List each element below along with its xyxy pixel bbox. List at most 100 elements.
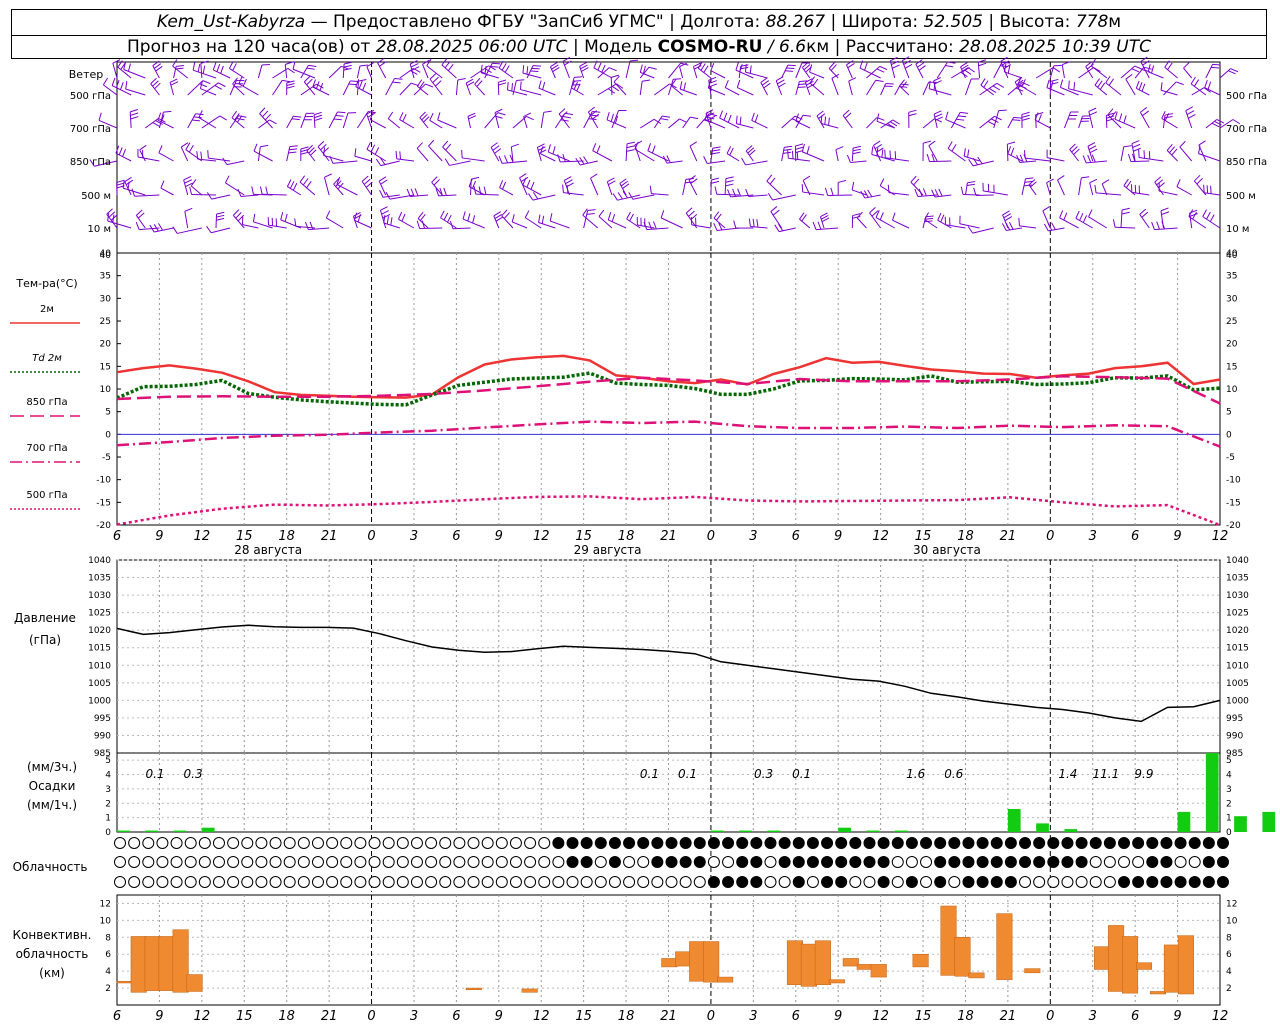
wind-barb-flag	[259, 107, 266, 114]
wind-barb	[848, 80, 853, 96]
convective-bar	[940, 905, 957, 976]
wind-barb-flag	[851, 182, 855, 191]
wind-barb	[1139, 214, 1150, 229]
wind-barb-flag	[499, 180, 504, 188]
temp-ytick: -15	[96, 498, 111, 508]
wind-barb-flag	[890, 56, 898, 62]
wind-barb-flag	[333, 118, 342, 121]
wind-barb-flag	[380, 206, 388, 211]
conv-hour-label: 12	[533, 1009, 550, 1024]
wind-barb-flag	[106, 208, 113, 215]
wind-barb-flag	[526, 115, 534, 121]
cloud-symbol	[722, 876, 735, 888]
wind-barb-flag	[617, 192, 623, 200]
cloud-symbol	[184, 876, 197, 888]
cloud-symbol	[114, 837, 126, 849]
wind-barb-flag	[565, 179, 573, 185]
wind-barb	[1204, 87, 1221, 96]
wind-barb-flag	[775, 76, 784, 82]
wind-barb-flag	[867, 189, 873, 197]
temp-ytick-right: -10	[1226, 476, 1241, 486]
wind-barb-flag	[112, 59, 121, 64]
wind-barb-flag	[608, 180, 616, 186]
wind-barb-flag	[462, 211, 466, 220]
wind-barb-flag	[324, 173, 332, 178]
wind-barb	[704, 119, 726, 129]
wind-barb-flag	[910, 175, 917, 183]
wind-barb-flag	[1013, 116, 1022, 119]
convective-bar	[870, 964, 887, 978]
cloud-symbol	[212, 856, 225, 868]
wind-barb-flag	[547, 144, 551, 153]
wind-barb-flag	[951, 144, 957, 152]
cloud-symbol	[1061, 856, 1074, 868]
cloudiness-panel	[114, 837, 1229, 888]
conv-ytick-right: 4	[1226, 967, 1232, 977]
wind-barb	[201, 115, 221, 129]
wind-barb-flag	[1140, 56, 1148, 62]
wind-barb-flag	[382, 214, 391, 219]
wind-barb-flag	[751, 112, 755, 121]
wind-barb-flag	[300, 146, 309, 150]
wind-barb-flag	[504, 155, 509, 164]
temp-ytick: 15	[100, 362, 111, 372]
wind-barb	[1204, 192, 1221, 196]
temp-ytick-right: 20	[1226, 340, 1238, 350]
cloud-symbol	[608, 837, 621, 849]
wind-barb-flag	[596, 145, 601, 154]
wind-barb-flag	[648, 66, 657, 70]
precip-unit-top: (мм/3ч.)	[27, 760, 77, 774]
cloud-symbol	[241, 876, 254, 888]
temp-hour-label: 3	[1089, 529, 1097, 544]
press-ytick: 1040	[88, 556, 111, 566]
wind-barb	[123, 69, 146, 79]
wind-barb	[323, 177, 330, 196]
wind-barb-flag	[410, 70, 418, 75]
cloud-symbol	[156, 856, 169, 868]
wind-barb-flag	[798, 83, 807, 85]
wind-barb	[455, 80, 459, 96]
wind-barb-flag	[583, 156, 589, 164]
wind-barb-flag	[313, 111, 322, 116]
wind-barb	[795, 81, 800, 96]
wind-barb-flag	[992, 85, 1001, 91]
wind-barb-flag	[200, 151, 203, 160]
wind-barb-flag	[235, 212, 242, 219]
wind-barb-flag	[437, 112, 441, 121]
wind-barb-flag	[592, 113, 600, 120]
wind-barb-flag	[1123, 145, 1132, 148]
cloud-symbol	[354, 837, 367, 849]
precip-bar	[1205, 753, 1219, 832]
wind-barb-flag	[838, 179, 847, 183]
wind-barb-flag	[700, 63, 706, 71]
wind-barb-flag	[626, 211, 631, 220]
wind-barb-flag	[1138, 82, 1143, 90]
wind-barb-flag	[824, 116, 827, 125]
wind-barb-flag	[552, 146, 556, 155]
press-ytick: 1010	[88, 661, 111, 671]
wind-barb	[538, 222, 556, 229]
wind-barb-flag	[797, 86, 806, 88]
wind-barb-flag	[998, 109, 1007, 112]
precip-ytick: 2	[105, 799, 111, 809]
cloud-symbol	[1132, 856, 1145, 868]
wind-barb-flag	[170, 81, 179, 86]
convective-bar	[842, 958, 859, 967]
cloud-symbol	[778, 876, 791, 888]
temp-hour-label: 6	[452, 529, 460, 544]
wind-barb-flag	[713, 211, 720, 219]
cloud-symbol	[623, 837, 636, 849]
precip-ytick-right: 3	[1226, 785, 1232, 795]
wind-barb-flag	[749, 65, 752, 74]
wind-barb-flag	[1183, 62, 1190, 69]
wind-barb-flag	[606, 112, 610, 120]
wind-barb-flag	[611, 74, 620, 78]
wind-barb-flag	[690, 116, 699, 120]
temp-ytick: -10	[96, 476, 111, 486]
wind-barb-flag	[1057, 175, 1065, 181]
wind-barb-flag	[801, 143, 805, 152]
wind-barb	[560, 160, 584, 163]
conv-ytick-right: 10	[1226, 916, 1238, 926]
wind-barb	[993, 110, 1000, 129]
wind-barb-flag	[846, 60, 854, 66]
